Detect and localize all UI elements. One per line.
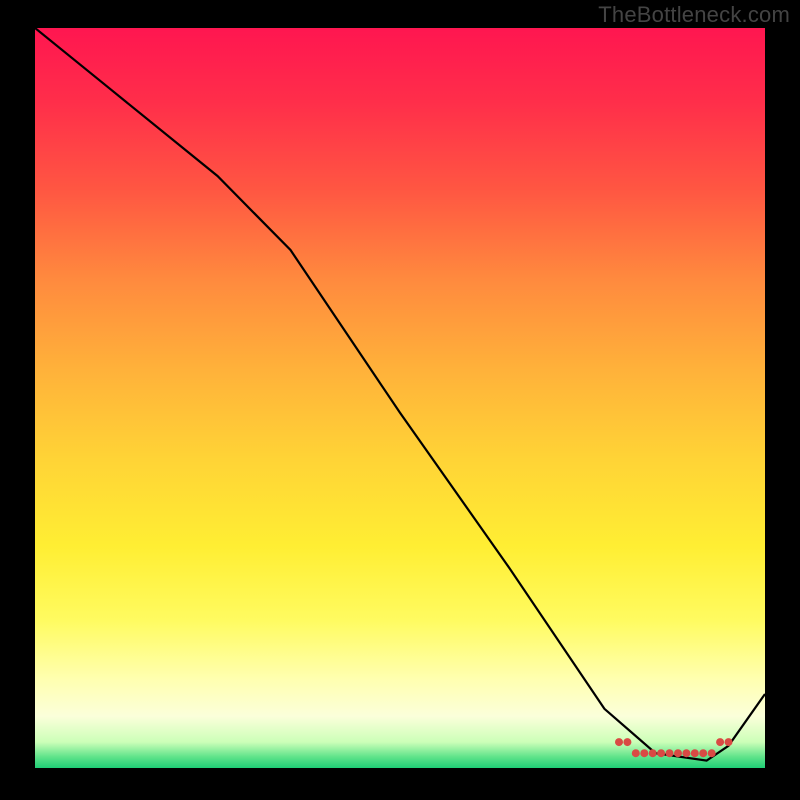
chart-frame: TheBottleneck.com	[0, 0, 800, 800]
plot-gradient-background	[35, 28, 765, 768]
watermark-text: TheBottleneck.com	[598, 2, 790, 28]
